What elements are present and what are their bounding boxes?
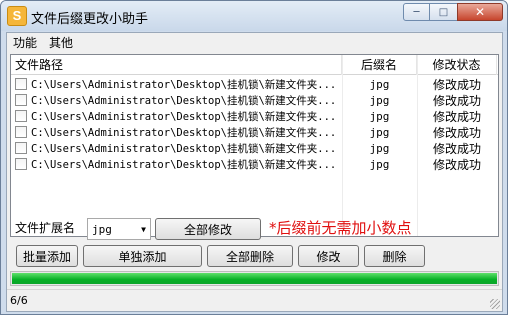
table-row[interactable]: C:\Users\Administrator\Desktop\挂机锁\新建文件夹…	[11, 124, 498, 140]
status-bar: 6/6	[7, 289, 502, 311]
modify-status: 修改成功	[432, 157, 481, 172]
modify-button[interactable]: 修改	[298, 245, 359, 267]
modify-all-button[interactable]: 全部修改	[155, 218, 261, 240]
minimize-button[interactable]: ─	[403, 3, 430, 21]
progress-fill	[12, 273, 497, 284]
file-path: C:\Users\Administrator\Desktop\挂机锁\新建文件夹…	[31, 126, 337, 139]
file-extension: jpg	[369, 93, 390, 107]
extension-select-value: jpg	[92, 222, 112, 236]
file-list[interactable]: 文件路径 后缀名 修改状态 C:\Users\Administrator\Des…	[10, 54, 499, 237]
file-extension: jpg	[369, 125, 390, 139]
column-header-path[interactable]: 文件路径	[11, 55, 342, 75]
file-path: C:\Users\Administrator\Desktop\挂机锁\新建文件夹…	[31, 110, 337, 123]
menu-other[interactable]: 其他	[49, 34, 73, 51]
close-icon: ✕	[474, 5, 486, 19]
modify-status: 修改成功	[432, 93, 481, 108]
table-row[interactable]: C:\Users\Administrator\Desktop\挂机锁\新建文件夹…	[11, 76, 498, 92]
delete-button[interactable]: 删除	[364, 245, 425, 267]
minimize-icon: ─	[413, 6, 420, 18]
menu-function[interactable]: 功能	[13, 34, 37, 51]
table-row[interactable]: C:\Users\Administrator\Desktop\挂机锁\新建文件夹…	[11, 108, 498, 124]
single-add-button[interactable]: 单独添加	[83, 245, 202, 267]
file-extension: jpg	[369, 157, 390, 171]
list-body: C:\Users\Administrator\Desktop\挂机锁\新建文件夹…	[11, 76, 498, 172]
file-extension: jpg	[369, 109, 390, 123]
client-area: 功能 其他 文件路径 后缀名 修改状态 C:\Users\Administrat…	[6, 32, 503, 312]
file-path: C:\Users\Administrator\Desktop\挂机锁\新建文件夹…	[31, 158, 337, 171]
table-row[interactable]: C:\Users\Administrator\Desktop\挂机锁\新建文件夹…	[11, 92, 498, 108]
modify-status: 修改成功	[432, 125, 481, 140]
table-row[interactable]: C:\Users\Administrator\Desktop\挂机锁\新建文件夹…	[11, 156, 498, 172]
delete-all-button[interactable]: 全部删除	[207, 245, 293, 267]
menu-bar: 功能 其他	[7, 33, 502, 52]
maximize-icon: □	[438, 6, 449, 18]
column-header-status[interactable]: 修改状态	[417, 55, 497, 75]
extension-label: 文件扩展名	[15, 221, 76, 235]
list-header: 文件路径 后缀名 修改状态	[11, 55, 498, 75]
window-controls: ─ □ ✕	[403, 3, 503, 21]
extension-select[interactable]: jpg ▼	[87, 218, 151, 240]
dropdown-arrow-icon: ▼	[141, 224, 146, 234]
app-icon: S	[7, 6, 27, 26]
batch-add-button[interactable]: 批量添加	[16, 245, 78, 267]
row-checkbox[interactable]	[15, 94, 27, 106]
progress-bar	[10, 271, 499, 286]
window-title: 文件后缀更改小助手	[31, 12, 149, 27]
table-row[interactable]: C:\Users\Administrator\Desktop\挂机锁\新建文件夹…	[11, 140, 498, 156]
app-window: S 文件后缀更改小助手 ─ □ ✕ 功能 其他 文件路径 后缀名 修改状态 C:…	[0, 0, 508, 315]
modify-status: 修改成功	[432, 109, 481, 124]
file-extension: jpg	[369, 141, 390, 155]
maximize-button[interactable]: □	[430, 3, 457, 21]
row-checkbox[interactable]	[15, 126, 27, 138]
file-extension: jpg	[369, 77, 390, 91]
resize-grip-icon[interactable]	[490, 299, 500, 309]
hint-text: *后缀前无需加小数点	[269, 219, 412, 237]
close-button[interactable]: ✕	[457, 3, 503, 21]
modify-status: 修改成功	[432, 77, 481, 92]
row-checkbox[interactable]	[15, 78, 27, 90]
row-checkbox[interactable]	[15, 142, 27, 154]
modify-status: 修改成功	[432, 141, 481, 156]
title-bar[interactable]: S 文件后缀更改小助手 ─ □ ✕	[1, 1, 507, 31]
row-checkbox[interactable]	[15, 110, 27, 122]
status-count: 6/6	[10, 294, 28, 307]
file-path: C:\Users\Administrator\Desktop\挂机锁\新建文件夹…	[31, 142, 337, 155]
row-checkbox[interactable]	[15, 158, 27, 170]
file-path: C:\Users\Administrator\Desktop\挂机锁\新建文件夹…	[31, 94, 337, 107]
file-path: C:\Users\Administrator\Desktop\挂机锁\新建文件夹…	[31, 78, 337, 91]
column-header-extension[interactable]: 后缀名	[342, 55, 417, 75]
